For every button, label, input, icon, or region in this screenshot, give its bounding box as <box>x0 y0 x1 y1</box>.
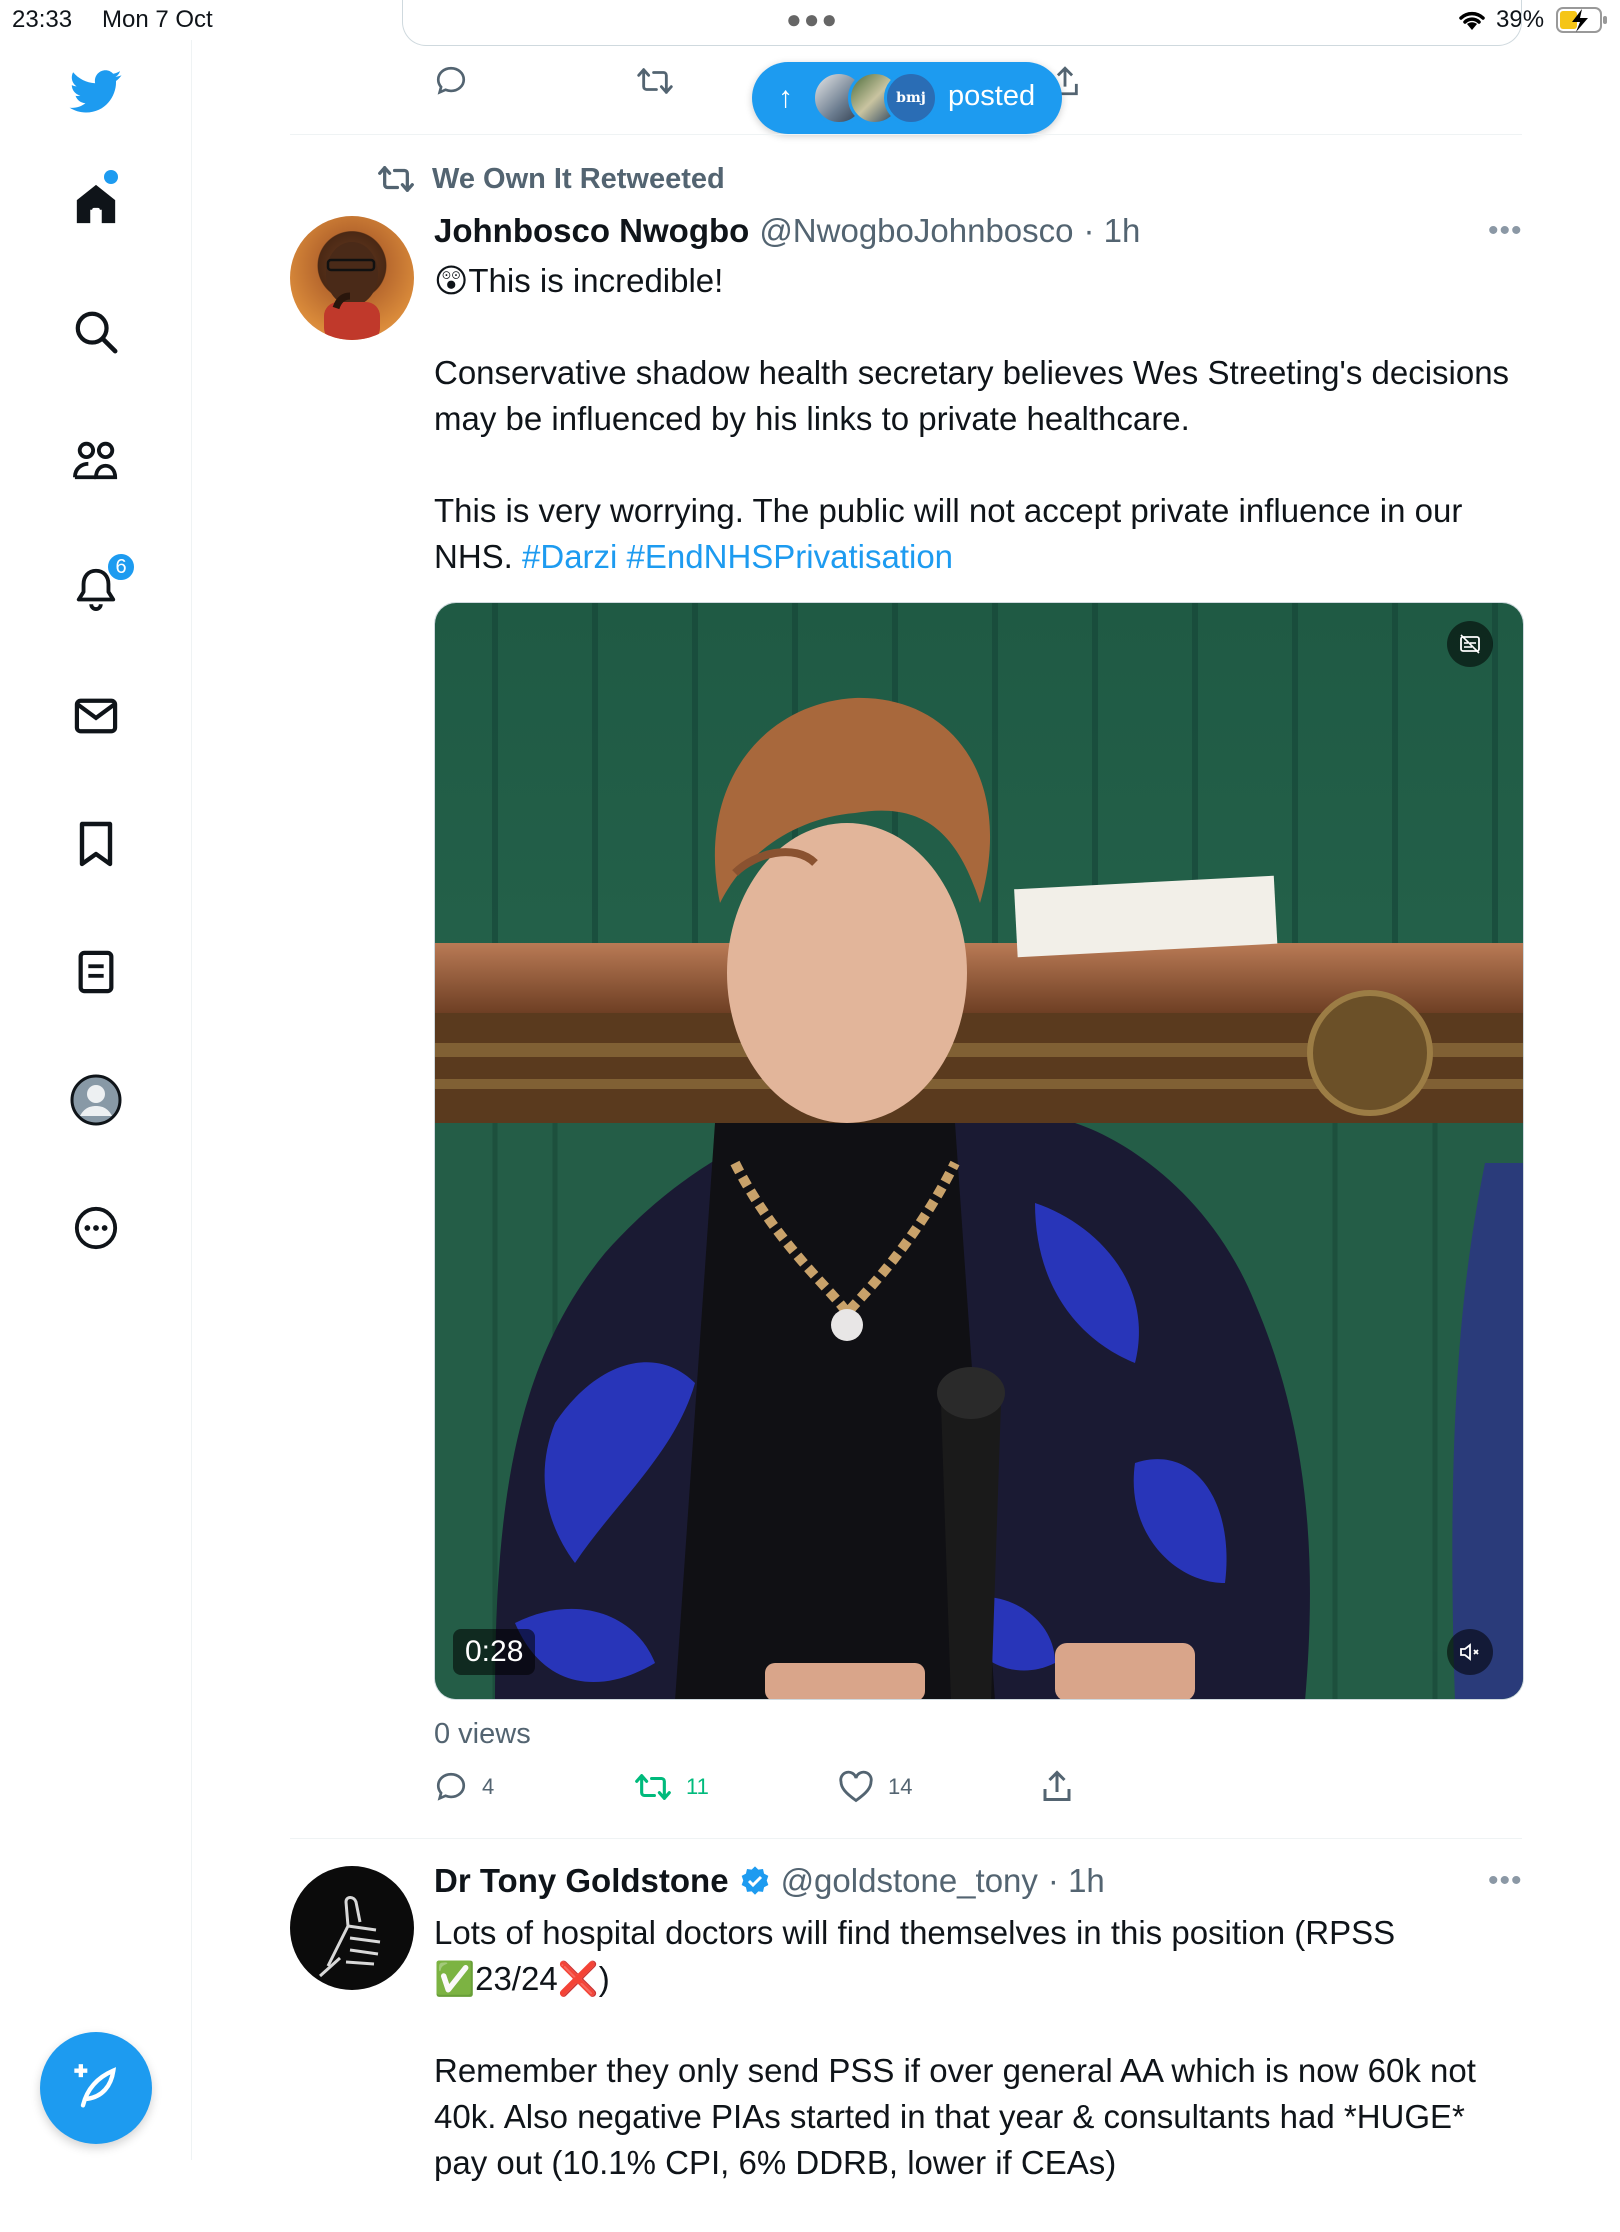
previous-retweet-button[interactable] <box>636 64 674 98</box>
nav-more[interactable] <box>66 1198 126 1258</box>
battery-charging-icon <box>1556 7 1607 33</box>
hashtag-darzi[interactable]: #Darzi <box>522 538 617 575</box>
nav-messages[interactable] <box>66 686 126 746</box>
avatar-johnbosco[interactable] <box>290 216 414 340</box>
home-unread-dot <box>104 170 118 184</box>
nav-lists[interactable] <box>66 942 126 1002</box>
like-button[interactable]: 14 <box>838 1770 912 1804</box>
author-name[interactable]: Johnbosco Nwogbo <box>434 212 749 250</box>
bookmark-icon <box>79 821 113 867</box>
more-options-icon[interactable]: ••• <box>1488 214 1523 248</box>
tweet-text-para3: This is very worrying. The public will n… <box>434 488 1524 580</box>
notifications-badge: 6 <box>106 552 136 582</box>
tweet-video[interactable]: 0:28 <box>434 602 1524 1700</box>
nav-profile[interactable] <box>66 1070 126 1130</box>
search-icon <box>75 311 118 354</box>
retweet-button[interactable]: 11 <box>634 1770 709 1804</box>
tweet-divider <box>290 1838 1522 1839</box>
reply-count: 4 <box>482 1774 495 1799</box>
video-duration: 0:28 <box>453 1629 536 1675</box>
tweet-text-para2: Remember they only send PSS if over gene… <box>434 2052 1476 2181</box>
more-circle-icon <box>74 1206 118 1250</box>
tweet-text: Lots of hospital doctors will find thems… <box>434 1910 1524 2232</box>
tweet-text-line1: 😲This is incredible! <box>434 262 724 299</box>
nav-communities[interactable] <box>66 430 126 490</box>
nav-bookmarks[interactable] <box>66 814 126 874</box>
like-count: 14 <box>888 1774 913 1799</box>
reply-icon <box>436 66 466 95</box>
retweet-icon <box>637 68 673 94</box>
reply-button[interactable]: 4 <box>434 1770 494 1804</box>
status-time: 23:33 <box>12 6 73 33</box>
tweet-text: 😲This is incredible! Conservative shadow… <box>434 258 1524 626</box>
tweet-divider <box>290 134 1522 135</box>
tweet-text-para2: Conservative shadow health secretary bel… <box>434 354 1510 437</box>
tweet-text-para1-line1: Lots of hospital doctors will find thems… <box>434 1914 1396 1951</box>
twitter-logo-icon[interactable] <box>66 62 126 122</box>
tweet-text-para1: Lots of hospital doctors will find thems… <box>434 1910 1524 2002</box>
profile-icon <box>70 1074 122 1126</box>
previous-tweet-card-edge <box>402 0 1522 46</box>
retweet-count: 11 <box>686 1774 709 1799</box>
views-count: 0 views <box>434 1718 531 1750</box>
new-posts-pill[interactable]: ↑ bmj posted <box>752 62 1062 134</box>
author-handle[interactable]: @NwogboJohnbosco <box>759 212 1073 250</box>
video-frame <box>435 603 1523 1699</box>
hashtag-endnhsprivatisation[interactable]: #EndNHSPrivatisation <box>627 538 954 575</box>
compose-button[interactable] <box>40 2032 152 2144</box>
retweet-icon <box>635 1774 671 1800</box>
tweet-time[interactable]: · 1h <box>1084 212 1141 250</box>
tweet-header: Dr Tony Goldstone @goldstone_tony · 1h <box>434 1862 1105 1900</box>
more-options-icon[interactable]: ••• <box>1488 1864 1523 1898</box>
nav-explore[interactable] <box>66 302 126 362</box>
sidebar: 6 <box>0 40 192 2160</box>
posted-label: posted <box>948 80 1036 112</box>
tweet-time[interactable]: · 1h <box>1048 1862 1105 1900</box>
avatar-goldstone[interactable] <box>290 1866 414 1990</box>
communities-icon <box>73 441 118 480</box>
retweet-label: We Own It Retweeted <box>432 162 725 195</box>
mail-icon <box>74 698 118 734</box>
author-handle[interactable]: @goldstone_tony <box>781 1862 1038 1900</box>
posted-avatar-bmj: bmj <box>884 71 938 125</box>
list-icon <box>78 950 114 994</box>
nav-notifications[interactable]: 6 <box>66 552 136 618</box>
share-icon <box>1043 1770 1071 1801</box>
nav-home[interactable] <box>66 170 126 234</box>
mute-icon[interactable] <box>1447 1629 1493 1675</box>
arrow-up-icon: ↑ <box>778 81 793 114</box>
share-button[interactable] <box>1042 1768 1072 1804</box>
tweet-text-para1-line2: ✅23/24❌) <box>434 1960 610 1997</box>
tweet-header: Johnbosco Nwogbo @NwogboJohnbosco · 1h <box>434 212 1140 250</box>
author-name[interactable]: Dr Tony Goldstone <box>434 1862 729 1900</box>
reply-icon <box>436 1772 466 1801</box>
compose-feather-icon <box>74 2064 117 2108</box>
retweet-context[interactable]: We Own It Retweeted <box>376 162 725 196</box>
heart-icon <box>839 1770 873 1803</box>
home-icon <box>76 184 116 224</box>
captions-icon[interactable] <box>1447 621 1493 667</box>
retweet-icon <box>378 166 414 192</box>
previous-reply-button[interactable] <box>434 64 468 98</box>
status-date: Mon 7 Oct <box>102 6 213 33</box>
verified-badge-icon <box>741 1866 768 1895</box>
